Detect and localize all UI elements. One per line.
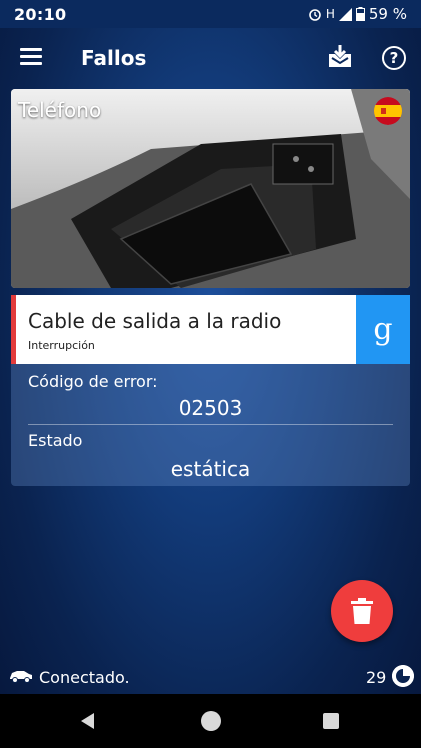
connection-indicator-icon xyxy=(392,665,414,687)
error-code-label: Código de error: xyxy=(28,372,158,391)
page-title: Fallos xyxy=(81,46,147,70)
google-icon: g xyxy=(373,312,393,347)
fault-details-panel: Código de error: 02503 Estado estática xyxy=(11,364,410,486)
spain-flag-icon xyxy=(374,97,402,125)
download-icon[interactable] xyxy=(326,42,354,70)
connection-status: Conectado. xyxy=(39,668,130,687)
alarm-icon xyxy=(309,9,321,21)
connection-bar: Conectado. 29 xyxy=(0,660,421,694)
fault-name: Cable de salida a la radio xyxy=(28,309,282,333)
error-code-value: 02503 xyxy=(178,396,243,420)
home-icon[interactable] xyxy=(201,711,221,731)
battery-icon xyxy=(355,7,365,21)
status-icons: H 59 % xyxy=(308,5,407,23)
fault-card[interactable]: Cable de salida a la radio Interrupción xyxy=(11,295,356,364)
status-time: 20:10 xyxy=(14,4,67,24)
navigation-bar xyxy=(0,694,421,748)
menu-icon[interactable] xyxy=(20,48,42,66)
recent-apps-icon[interactable] xyxy=(323,713,339,729)
trash-icon xyxy=(351,598,373,624)
divider xyxy=(28,424,393,425)
state-value: estática xyxy=(170,457,251,481)
state-label: Estado xyxy=(28,431,83,450)
back-icon[interactable] xyxy=(80,713,96,729)
network-type: H xyxy=(325,7,335,21)
delete-button[interactable] xyxy=(331,580,393,642)
app-bar: Fallos ? xyxy=(0,28,421,88)
battery-level: 59 % xyxy=(368,5,407,23)
module-image: Teléfono xyxy=(11,89,410,288)
fault-subtitle: Interrupción xyxy=(28,339,95,352)
signal-icon xyxy=(338,7,352,21)
google-search-button[interactable]: g xyxy=(356,295,410,364)
fault-count: 29 xyxy=(366,668,387,687)
car-icon xyxy=(10,671,32,683)
help-icon[interactable]: ? xyxy=(382,46,406,70)
status-bar: 20:10 H 59 % xyxy=(0,0,421,28)
module-label: Teléfono xyxy=(18,98,102,122)
